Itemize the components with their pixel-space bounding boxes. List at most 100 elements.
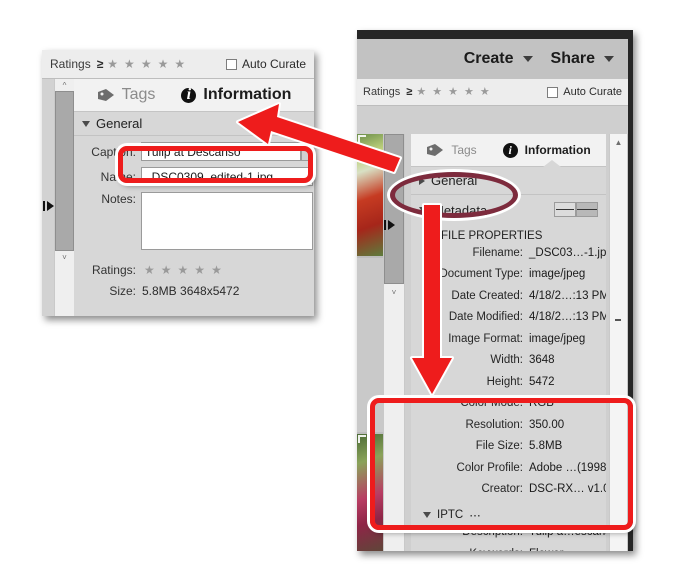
star-2[interactable]: ★ (124, 58, 135, 70)
metadata-value: 5472 (529, 375, 555, 388)
thumbnail-photo[interactable] (357, 434, 383, 551)
metadata-key: Date Created: (451, 289, 523, 302)
left-panel-expand-handle[interactable] (42, 200, 56, 212)
star-5[interactable]: ★ (174, 58, 185, 70)
metadata-value: DSC-RX… v1.00 (529, 483, 606, 495)
star-2[interactable]: ★ (432, 86, 442, 98)
caption-spinner[interactable] (301, 142, 312, 161)
section-general[interactable]: General (74, 112, 314, 136)
metadata-group-header[interactable]: FILE PROPERTIES (411, 225, 606, 247)
size-label: Size: (109, 284, 136, 298)
menu-create[interactable]: Create (464, 50, 533, 68)
star-3[interactable]: ★ (141, 58, 152, 70)
scrollbar-thumb[interactable] (384, 134, 404, 284)
tab-tags[interactable]: Tags (97, 86, 156, 104)
star-1[interactable]: ★ (416, 86, 426, 98)
auto-curate-toggle[interactable]: Auto Curate (547, 86, 622, 98)
metadata-row: Date Modified: 4/18/2…:13 PM (411, 311, 606, 333)
star-4[interactable]: ★ (158, 58, 169, 70)
scroll-up-arrow[interactable]: ^ (55, 79, 74, 91)
scrollbar-grip (615, 319, 621, 321)
caption-input-value: Tulip at Descanso (145, 144, 241, 159)
ratings-operator: ≥ (96, 57, 104, 71)
metadata-view-toggle[interactable] (554, 202, 598, 217)
left-panel-scrollbar[interactable]: ^ ˅ (54, 79, 75, 316)
right-panel-scrollbar-left[interactable]: ˅ (383, 134, 405, 551)
star-5[interactable]: ★ (211, 264, 222, 276)
section-general-label: General (431, 173, 478, 188)
metadata-value: Flower (529, 548, 564, 552)
caption-field-label: Caption: (91, 144, 136, 159)
metadata-key: Image Format: (448, 332, 523, 345)
full-view-button[interactable] (576, 202, 598, 217)
metadata-rows: FILE PROPERTIES Filename: _DSC03…-1.jpg Doc… (411, 225, 606, 551)
section-general-label: General (96, 116, 143, 131)
caption-input[interactable]: Tulip at Descanso (141, 142, 301, 161)
metadata-row: Filename: _DSC03…-1.jpg (411, 246, 607, 269)
right-information-pane: Tags i Information General Metadata FILE… (411, 134, 606, 551)
metadata-key: Color Profile: (456, 461, 523, 474)
auto-curate-checkbox[interactable] (225, 58, 237, 70)
tab-tags-label: Tags (451, 143, 477, 157)
scroll-up-arrow[interactable]: ▲ (610, 136, 627, 148)
star-2[interactable]: ★ (161, 264, 172, 276)
ratings-label: Ratings (50, 57, 91, 71)
left-panel-body: General Caption: Tulip at Descanso Name:… (74, 112, 314, 316)
metadata-row: Description: Tulip a…escanso (411, 526, 606, 548)
tab-information[interactable]: i Information (181, 86, 291, 104)
menu-share[interactable]: Share (551, 50, 614, 68)
tab-information-label: Information (203, 86, 292, 103)
star-3[interactable]: ★ (448, 86, 458, 98)
star-4[interactable]: ★ (464, 86, 474, 98)
name-input[interactable]: _DSC0309_edited-1.jpg (141, 167, 313, 186)
metadata-value: image/jpeg (529, 332, 586, 345)
metadata-value: _DSC03…-1.jpg (529, 246, 606, 259)
star-4[interactable]: ★ (194, 264, 205, 276)
auto-curate-checkbox[interactable] (547, 86, 559, 98)
star-5[interactable]: ★ (480, 86, 490, 98)
metadata-value: RGB (529, 397, 554, 409)
ratings-star-filter[interactable]: ★ ★ ★ ★ ★ (416, 86, 490, 98)
chevron-down-icon (522, 56, 533, 62)
auto-curate-toggle[interactable]: Auto Curate (225, 57, 306, 71)
menu-share-label: Share (550, 50, 595, 67)
compact-view-button[interactable] (554, 202, 576, 217)
notes-input[interactable] (141, 192, 313, 250)
expand-arrow-icon (43, 201, 54, 211)
tab-tags-label: Tags (121, 86, 156, 103)
section-general[interactable]: General (411, 167, 606, 195)
scrollbar-thumb[interactable] (55, 91, 74, 251)
info-icon: i (181, 87, 197, 103)
metadata-key: Color Mode: (460, 397, 523, 409)
star-1[interactable]: ★ (144, 264, 155, 276)
thumbnail-photo[interactable] (357, 258, 383, 432)
thumbnail-photo[interactable] (357, 134, 383, 256)
star-3[interactable]: ★ (178, 264, 189, 276)
ratings-star-filter[interactable]: ★ ★ ★ ★ ★ (107, 58, 185, 70)
metadata-value: 4/18/2…:13 PM (529, 311, 606, 323)
metadata-key: Resolution: (465, 418, 523, 431)
right-panel-scrollbar[interactable]: ▲ (609, 134, 628, 551)
tab-tags[interactable]: Tags (426, 143, 477, 158)
section-metadata[interactable]: Metadata (411, 195, 606, 225)
star-1[interactable]: ★ (107, 58, 118, 70)
right-panel-expand-handle[interactable] (383, 219, 397, 231)
info-icon: i (502, 142, 518, 158)
chevron-right-icon (419, 176, 425, 185)
scrollbar-thumb[interactable] (610, 148, 627, 418)
metadata-row: Image Format: image/jpeg (411, 333, 606, 355)
scroll-down-arrow[interactable]: ˅ (55, 251, 74, 263)
scroll-down-arrow[interactable]: ˅ (384, 286, 404, 298)
chevron-down-icon (82, 120, 90, 127)
item-rating-stars[interactable]: ★ ★ ★ ★ ★ (144, 264, 222, 276)
name-field-label: Name: (100, 169, 136, 184)
metadata-key: File Size: (475, 440, 523, 452)
metadata-value: Tulip a…escanso (529, 526, 606, 538)
chevron-down-icon (419, 207, 427, 213)
metadata-group-more-icon[interactable]: ⋯ (469, 508, 481, 522)
tab-information[interactable]: i Information (502, 142, 591, 158)
photo-filmstrip[interactable] (357, 134, 383, 551)
left-information-panel: Ratings ≥ ★ ★ ★ ★ ★ Auto Curate ^ ˅ Tags i I… (42, 50, 314, 316)
metadata-group-header[interactable]: IPTC ⋯ (411, 505, 606, 527)
metadata-row: Color Profile: Adobe …(1998) (411, 462, 606, 484)
